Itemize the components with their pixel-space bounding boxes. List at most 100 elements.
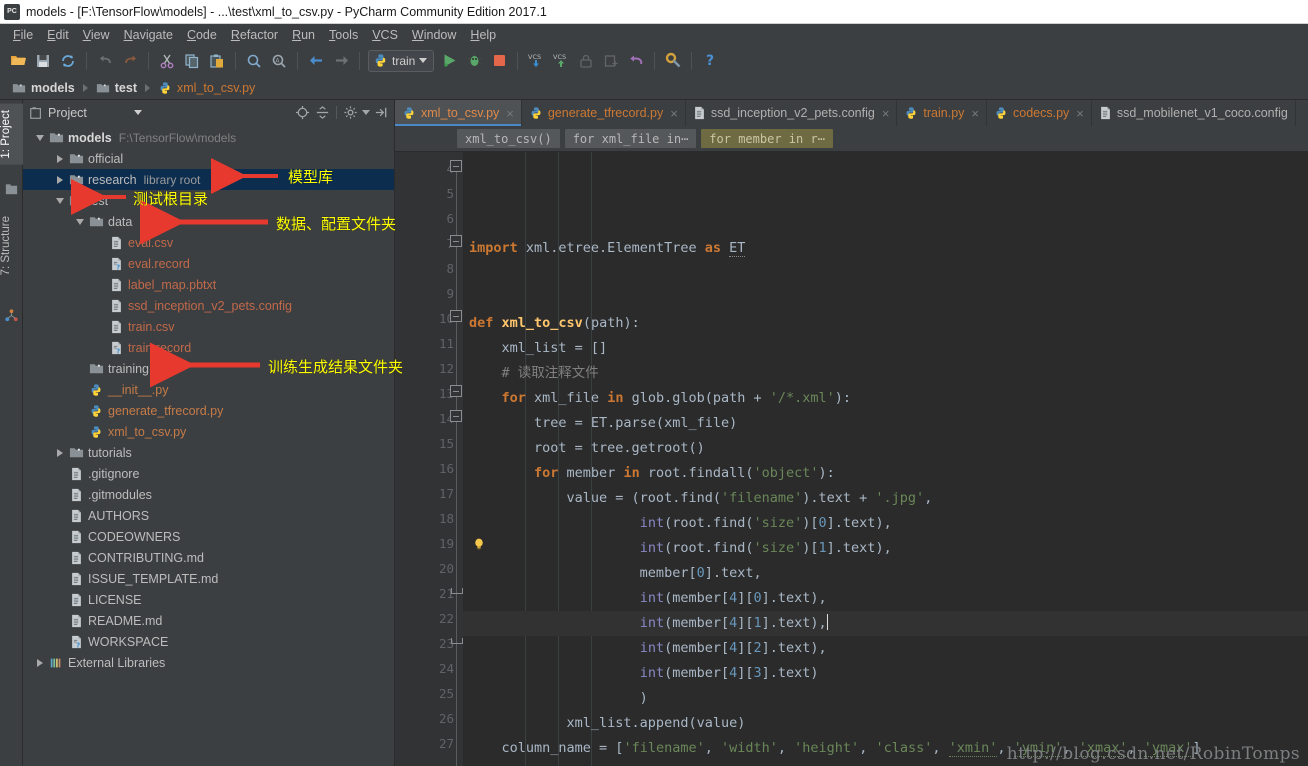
sync-icon[interactable]: [56, 49, 80, 73]
copy-icon[interactable]: [180, 49, 204, 73]
vcs-commit-icon[interactable]: VCS: [549, 49, 573, 73]
hide-panel-icon[interactable]: [373, 104, 390, 121]
navbar-crumb-models[interactable]: models: [8, 81, 79, 95]
code-text[interactable]: import xml.etree.ElementTree as ET def x…: [463, 152, 1308, 766]
expand-chevron-right-icon[interactable]: [53, 169, 67, 190]
code-breadcrumb-chip[interactable]: for xml_file in⋯: [564, 129, 697, 148]
locate-icon[interactable]: [294, 104, 311, 121]
tree-node-ssd-inception-v2-pets-config[interactable]: ssd_inception_v2_pets.config: [23, 295, 394, 316]
menu-item-refactor[interactable]: Refactor: [224, 26, 285, 44]
open-folder-icon[interactable]: [6, 49, 30, 73]
editor-tab-ssd-mobilenet-v1-coco-config[interactable]: ssd_mobilenet_v1_coco.config: [1092, 100, 1296, 126]
code-line[interactable]: ): [463, 686, 1308, 711]
fold-end-marker[interactable]: [450, 588, 463, 594]
tree-node-external-libraries[interactable]: External Libraries: [23, 652, 394, 673]
close-icon[interactable]: ×: [971, 106, 979, 121]
expand-chevron-right-icon[interactable]: [53, 442, 67, 463]
menu-item-help[interactable]: Help: [463, 26, 503, 44]
find-structure-icon[interactable]: A: [267, 49, 291, 73]
menu-item-edit[interactable]: Edit: [40, 26, 76, 44]
tree-node-license[interactable]: LICENSE: [23, 589, 394, 610]
debug-icon[interactable]: [462, 49, 486, 73]
menu-item-file[interactable]: File: [6, 26, 40, 44]
editor-tab-train-py[interactable]: train.py ×: [897, 100, 988, 126]
stop-icon[interactable]: [487, 49, 511, 73]
run-icon[interactable]: [437, 49, 461, 73]
tree-node-train-csv[interactable]: train.csv: [23, 316, 394, 337]
code-line[interactable]: tree = ET.parse(xml_file): [463, 411, 1308, 436]
tree-node-generate-tfrecord-py[interactable]: generate_tfrecord.py: [23, 400, 394, 421]
fold-marker[interactable]: [450, 410, 462, 422]
tree-node-training[interactable]: training: [23, 358, 394, 379]
tree-node-codeowners[interactable]: CODEOWNERS: [23, 526, 394, 547]
vcs-update-icon[interactable]: VCS: [524, 49, 548, 73]
tree-node-workspace[interactable]: ? WORKSPACE: [23, 631, 394, 652]
tree-node--gitignore[interactable]: .gitignore: [23, 463, 394, 484]
tree-node-label-map-pbtxt[interactable]: label_map.pbtxt: [23, 274, 394, 295]
fold-marker[interactable]: [450, 235, 462, 247]
close-icon[interactable]: ×: [1076, 106, 1084, 121]
collapse-chevron-down-icon[interactable]: [73, 211, 87, 232]
editor-tab-ssd-inception-v2-pets-config[interactable]: ssd_inception_v2_pets.config ×: [686, 100, 898, 126]
tree-node-xml-to-csv-py[interactable]: xml_to_csv.py: [23, 421, 394, 442]
code-line[interactable]: int(member[4][1].text),: [463, 611, 1308, 636]
project-tree[interactable]: models F:\TensorFlow\models official resear…: [23, 125, 394, 766]
close-icon[interactable]: ×: [670, 106, 678, 121]
code-line[interactable]: int(member[4][0].text),: [463, 586, 1308, 611]
expand-chevron-right-icon[interactable]: [33, 652, 47, 673]
code-line[interactable]: for xml_file in glob.glob(path + '/*.xml…: [463, 386, 1308, 411]
tree-node-contributing-md[interactable]: CONTRIBUTING.md: [23, 547, 394, 568]
tree-node-research[interactable]: research library root: [23, 169, 394, 190]
code-line[interactable]: import xml.etree.ElementTree as ET: [463, 236, 1308, 261]
menu-item-vcs[interactable]: VCS: [365, 26, 405, 44]
menu-item-view[interactable]: View: [76, 26, 117, 44]
find-icon[interactable]: [242, 49, 266, 73]
menu-item-tools[interactable]: Tools: [322, 26, 365, 44]
undo-changes-icon[interactable]: [624, 49, 648, 73]
settings-chevron-down-icon[interactable]: [362, 110, 370, 115]
redo-icon[interactable]: [118, 49, 142, 73]
help-icon[interactable]: ?: [698, 49, 722, 73]
vcs-shelve-icon[interactable]: [599, 49, 623, 73]
fold-markers[interactable]: [450, 156, 463, 766]
collapse-chevron-down-icon[interactable]: [53, 190, 67, 211]
settings-icon[interactable]: [661, 49, 685, 73]
code-line[interactable]: value = (root.find('filename').text + '.…: [463, 486, 1308, 511]
tree-node-issue-template-md[interactable]: ISSUE_TEMPLATE.md: [23, 568, 394, 589]
menu-item-navigate[interactable]: Navigate: [117, 26, 180, 44]
project-scope-chevron-down-icon[interactable]: [133, 110, 142, 115]
tool-tab-project[interactable]: 1: Project: [0, 104, 23, 165]
tree-node-models[interactable]: models F:\TensorFlow\models: [23, 127, 394, 148]
code-line[interactable]: int(member[4][3].text): [463, 661, 1308, 686]
code-line[interactable]: def xml_to_csv(path):: [463, 311, 1308, 336]
tree-node-tutorials[interactable]: tutorials: [23, 442, 394, 463]
code-line[interactable]: column_name = ['filename', 'width', 'hei…: [463, 736, 1308, 761]
navbar-crumb-test[interactable]: test: [92, 81, 141, 95]
vcs-rollback-icon[interactable]: [574, 49, 598, 73]
collapse-chevron-down-icon[interactable]: [33, 127, 47, 148]
code-line[interactable]: xml_list.append(value): [463, 711, 1308, 736]
undo-icon[interactable]: [93, 49, 117, 73]
paste-icon[interactable]: [205, 49, 229, 73]
code-line[interactable]: member[0].text,: [463, 561, 1308, 586]
fold-marker[interactable]: [450, 385, 462, 397]
code-line[interactable]: [463, 261, 1308, 286]
close-icon[interactable]: ×: [506, 106, 514, 121]
editor-tab-generate-tfrecord-py[interactable]: generate_tfrecord.py ×: [522, 100, 686, 126]
tree-node-official[interactable]: official: [23, 148, 394, 169]
tree-node-train-record[interactable]: ? train.record: [23, 337, 394, 358]
forward-icon[interactable]: [329, 49, 353, 73]
back-icon[interactable]: [304, 49, 328, 73]
close-icon[interactable]: ×: [882, 106, 890, 121]
menu-item-run[interactable]: Run: [285, 26, 322, 44]
code-line[interactable]: root = tree.getroot(): [463, 436, 1308, 461]
fold-marker[interactable]: [450, 310, 462, 322]
code-line[interactable]: xml_list = []: [463, 336, 1308, 361]
editor-tab-codecs-py[interactable]: codecs.py ×: [987, 100, 1092, 126]
run-configuration-selector[interactable]: train: [368, 49, 435, 72]
expand-chevron-right-icon[interactable]: [53, 148, 67, 169]
code-line[interactable]: int(member[4][2].text),: [463, 636, 1308, 661]
tree-node-test[interactable]: test: [23, 190, 394, 211]
code-breadcrumb-chip[interactable]: xml_to_csv(): [457, 129, 560, 148]
settings-gear-icon[interactable]: [342, 104, 359, 121]
